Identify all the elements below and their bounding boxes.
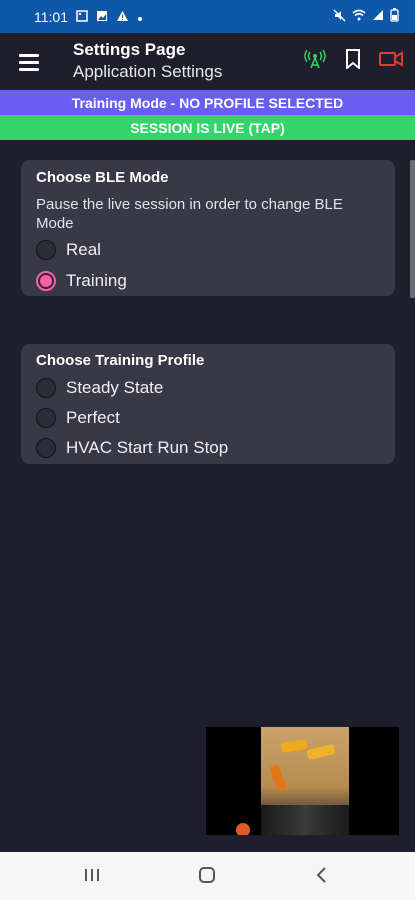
back-icon — [315, 866, 329, 889]
radio-label: Real — [66, 240, 101, 259]
camera-feed-device — [268, 764, 288, 792]
radio-button[interactable] — [36, 378, 56, 398]
radio-option-training[interactable]: Training — [36, 271, 127, 291]
radio-option-real[interactable]: Real — [36, 240, 101, 260]
image-icon — [76, 9, 88, 25]
camera-feed-image — [261, 727, 349, 835]
app-bar-actions — [303, 48, 403, 74]
ble-mode-card: Choose BLE Mode Pause the live session i… — [21, 160, 395, 296]
training-profile-title: Choose Training Profile — [36, 352, 205, 369]
page-subtitle: Application Settings — [73, 62, 223, 81]
app-bar-titles: Settings Page Application Settings — [73, 39, 222, 83]
radio-button[interactable] — [36, 240, 56, 260]
training-mode-banner: Training Mode - NO PROFILE SELECTED — [0, 90, 415, 115]
hamburger-line — [19, 67, 39, 71]
radio-option-perfect[interactable]: Perfect — [36, 408, 120, 428]
home-button[interactable] — [195, 866, 219, 888]
radio-label: Steady State — [66, 378, 164, 397]
ble-mode-title: Choose BLE Mode — [36, 169, 169, 186]
dot-icon — [137, 9, 143, 25]
radio-label: Perfect — [66, 408, 120, 427]
back-button[interactable] — [310, 866, 334, 888]
video-camera-icon — [379, 50, 403, 73]
recent-apps-button[interactable] — [80, 866, 104, 888]
signal-icon — [372, 9, 384, 24]
mute-icon — [333, 8, 346, 25]
record-indicator — [236, 823, 250, 835]
bookmark-button[interactable] — [341, 48, 365, 74]
hamburger-line — [19, 60, 39, 64]
battery-icon — [390, 8, 399, 25]
ble-mode-description: Pause the live session in order to chang… — [36, 196, 343, 232]
radio-button[interactable] — [36, 408, 56, 428]
app-bar: Settings Page Application Settings — [0, 33, 415, 90]
page-title: Settings Page — [73, 40, 186, 59]
photo-icon — [96, 9, 108, 25]
radio-option-steady-state[interactable]: Steady State — [36, 378, 163, 398]
system-nav-bar — [0, 852, 415, 900]
radio-option-hvac-start-run-stop[interactable]: HVAC Start Run Stop — [36, 438, 228, 458]
radio-button-selected[interactable] — [36, 271, 56, 291]
antenna-icon — [304, 48, 326, 75]
menu-button[interactable] — [14, 47, 44, 77]
status-bar: 11:01 — [0, 0, 415, 33]
bookmark-icon — [345, 48, 361, 74]
radio-label: Training — [66, 271, 127, 290]
wifi-icon — [352, 9, 366, 24]
status-time: 11:01 — [34, 8, 68, 25]
recent-apps-icon — [83, 867, 101, 888]
camera-feed-device — [280, 739, 308, 753]
warning-icon — [116, 9, 129, 25]
home-icon — [198, 866, 216, 889]
radio-button[interactable] — [36, 438, 56, 458]
hamburger-icon — [19, 53, 39, 57]
camera-feed-shadow — [261, 805, 349, 835]
session-live-banner[interactable]: SESSION IS LIVE (TAP) — [0, 115, 415, 140]
camera-preview[interactable] — [206, 727, 399, 835]
camera-feed-device — [306, 743, 336, 761]
video-camera-button[interactable] — [379, 49, 403, 73]
radio-dot — [40, 275, 52, 287]
antenna-button[interactable] — [303, 49, 327, 73]
training-profile-card: Choose Training Profile Steady State Per… — [21, 344, 395, 464]
radio-label: HVAC Start Run Stop — [66, 438, 229, 457]
scrollbar[interactable] — [410, 160, 415, 298]
